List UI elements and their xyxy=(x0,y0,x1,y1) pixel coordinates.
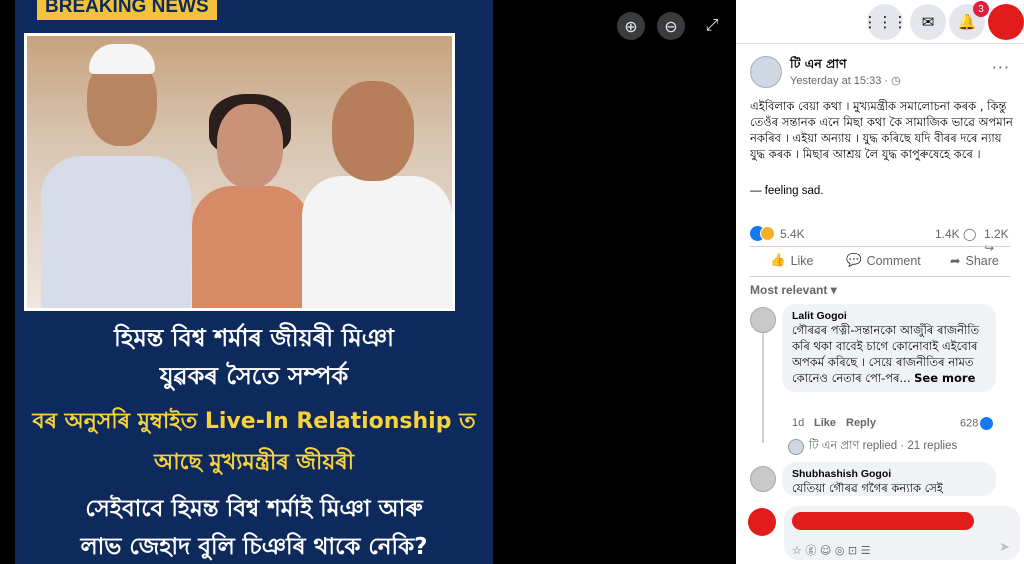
zoom-in-icon[interactable]: ⊕ xyxy=(617,12,645,40)
comment-text: যেতিয়া গৌৰৱ গগৈৰ কন্যাক সেই xyxy=(792,481,943,495)
comment-label: Comment xyxy=(866,253,921,268)
comment-input[interactable]: ☆ ⓖ ☺ ◎ ⊡ ☰ ➤ xyxy=(784,506,1020,560)
comment-bubble: Lalit Gogoi গৌৰৱৰ পত্নী-সন্তানকো আজুঁৰি … xyxy=(782,304,996,392)
post-header: টি এন প্ৰাণ Yesterday at 15:33 · ◷ ··· xyxy=(750,56,1020,96)
bell-icon: 🔔 xyxy=(957,13,977,31)
reply-author-avatar xyxy=(788,438,804,455)
replies-label: টি এন প্ৰাণ replied · 21 replies xyxy=(809,440,958,452)
commenter-name[interactable]: Shubhashish Gogoi xyxy=(792,468,986,480)
comment-composer: ☆ ⓖ ☺ ◎ ⊡ ☰ ➤ xyxy=(746,502,1022,564)
redacted-placeholder xyxy=(792,512,974,530)
person-figure xyxy=(217,104,283,188)
like-reaction-icon xyxy=(980,417,994,430)
comment-count[interactable]: 1.4K ◯ xyxy=(935,227,976,241)
comment-button[interactable]: 💬 Comment xyxy=(846,253,921,268)
top-bar: ⋮⋮⋮ ✉ 🔔 3 xyxy=(736,0,1024,44)
zoom-out-icon[interactable]: ⊖ xyxy=(657,12,685,40)
person-figure xyxy=(192,186,310,308)
comment-bubble: Shubhashish Gogoi যেতিয়া গৌৰৱ গগৈৰ কন্য… xyxy=(782,462,996,496)
notification-badge: 3 xyxy=(973,1,989,17)
post-actions: 👍 Like 💬 Comment ➦ Share xyxy=(750,250,1020,274)
person-figure xyxy=(302,176,452,308)
divider xyxy=(750,246,1010,247)
comment-like-button[interactable]: Like xyxy=(814,417,836,429)
comment-text: গৌৰৱৰ পত্নী-সন্তানকো আজুঁৰি ৰাজনীতি কৰি … xyxy=(792,322,986,386)
divider xyxy=(750,276,1010,277)
composer-tool-icons[interactable]: ☆ ⓖ ☺ ◎ ⊡ ☰ xyxy=(792,542,871,558)
more-options-icon[interactable]: ··· xyxy=(992,58,1010,77)
author-avatar[interactable] xyxy=(750,56,782,88)
menu-grid-icon[interactable]: ⋮⋮⋮ xyxy=(863,4,908,40)
notifications-button[interactable]: 🔔 3 xyxy=(949,1,989,40)
thread-line xyxy=(762,333,764,443)
headline-line: হিমন্ত বিশ্ব শৰ্মাৰ জীয়ৰী মিঞা xyxy=(113,324,395,352)
image-viewer: BREAKING NEWS হিমন্ত বিশ্ব শৰ্মাৰ জীয়ৰী… xyxy=(0,0,736,564)
share-button[interactable]: ➦ Share xyxy=(950,253,999,269)
person-figure xyxy=(41,156,191,308)
my-avatar xyxy=(748,508,776,536)
headline-line: সেইবাবে হিমন্ত বিশ্ব শৰ্মাই মিঞা আৰু xyxy=(85,496,423,522)
post-timestamp[interactable]: Yesterday at 15:33 · ◷ xyxy=(790,74,901,87)
headline-line: লাভ জেহাদ বুলি চিঞৰি থাকে নেকি? xyxy=(80,534,428,560)
fullscreen-icon[interactable]: ⤢ xyxy=(701,14,723,36)
headline-line: যুৱকৰ সৈতে সম্পৰ্ক xyxy=(159,362,349,390)
comment-reactions[interactable]: 628 xyxy=(960,417,994,430)
post-side-panel: ⋮⋮⋮ ✉ 🔔 3 টি এন প্ৰাণ Yesterday at 15:33… xyxy=(736,0,1024,564)
commenter-name[interactable]: Lalit Gogoi xyxy=(792,310,986,322)
comment-reply-button[interactable]: Reply xyxy=(846,417,876,429)
comment-age: 1d xyxy=(792,417,805,429)
headline-line: আছে মুখ্যমন্ত্ৰীৰ জীয়ৰী xyxy=(154,450,354,475)
headline-line: বৰ অনুসৰি মুম্বাইত Live-In Relationship … xyxy=(32,409,476,434)
comment-reaction-count: 628 xyxy=(960,417,979,430)
see-more-link[interactable]: See more xyxy=(914,371,975,385)
commenter-avatar[interactable] xyxy=(750,307,776,333)
breaking-news-label: BREAKING NEWS xyxy=(37,0,217,20)
post-stats: 5.4K 1.4K ◯ 1.2K ↪ xyxy=(750,226,1022,255)
news-poster-image: BREAKING NEWS হিমন্ত বিশ্ব শৰ্মাৰ জীয়ৰী… xyxy=(15,0,493,564)
comment-sort-dropdown[interactable]: Most relevant ▾ xyxy=(750,283,837,297)
haha-reaction-icon xyxy=(760,226,775,241)
messenger-icon[interactable]: ✉ xyxy=(910,4,946,40)
thumbs-up-icon: 👍 xyxy=(770,253,786,267)
commenter-avatar[interactable] xyxy=(750,466,776,492)
poster-photo xyxy=(24,33,455,311)
account-avatar[interactable] xyxy=(988,4,1024,40)
post-feeling: — feeling sad. xyxy=(750,185,824,197)
share-label: Share xyxy=(965,253,999,268)
share-icon: ➦ xyxy=(950,254,961,268)
post-author[interactable]: টি এন প্ৰাণ xyxy=(790,56,847,76)
reaction-count[interactable]: 5.4K xyxy=(780,227,805,241)
view-replies-link[interactable]: টি এন প্ৰাণ replied · 21 replies xyxy=(788,437,957,456)
person-figure xyxy=(332,81,414,181)
like-button[interactable]: 👍 Like xyxy=(770,253,814,268)
person-figure xyxy=(89,44,155,74)
send-icon[interactable]: ➤ xyxy=(999,540,1010,555)
comment-icon: 💬 xyxy=(846,253,862,267)
like-label: Like xyxy=(790,253,814,268)
post-text: এইবিলাক বেয়া কথা । মুখ্যমন্ত্ৰীক সমালোচ… xyxy=(750,99,1013,161)
